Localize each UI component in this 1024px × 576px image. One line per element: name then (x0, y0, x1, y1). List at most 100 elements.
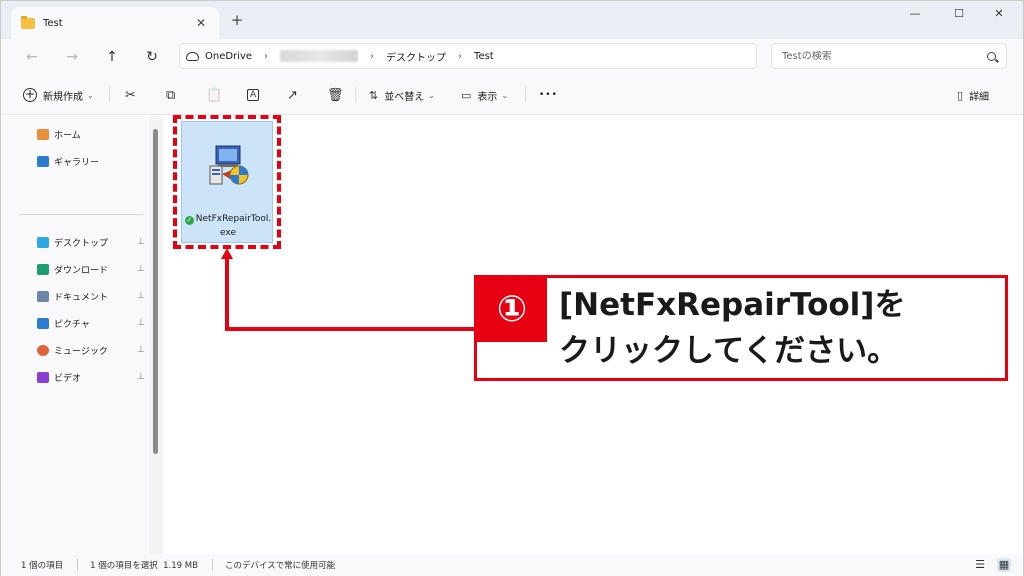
large-icons-view-icon[interactable]: ▦ (997, 558, 1011, 572)
command-bar: + 新規作成 ⌄ ✂ ⧉ 📋 A ↗ 🗑 ⇅ 並べ替え ⌄ ▭ 表示 ⌄ •••… (1, 75, 1023, 115)
breadcrumb-separator-icon[interactable]: › (264, 51, 268, 62)
folder-icon (21, 15, 35, 29)
document-icon (37, 290, 49, 302)
refresh-button[interactable]: ↻ (141, 47, 163, 67)
breadcrumb-separator-icon[interactable]: › (458, 51, 462, 62)
details-view-icon[interactable]: ☰ (973, 558, 987, 572)
sort-label: 並べ替え (384, 91, 425, 103)
download-icon (37, 263, 49, 275)
tab-test[interactable]: Test ✕ (11, 7, 219, 39)
pin-icon[interactable]: ⊥ (137, 318, 145, 328)
tab-title: Test (43, 17, 63, 29)
status-bar: 1 個の項目 1 個の項目を選択 1.19 MB このデバイスで常に使用可能 ☰… (1, 554, 1023, 576)
status-divider (211, 559, 213, 571)
sort-arrows-icon: ⇅ (369, 88, 379, 102)
details-pane-icon: ▯ (957, 88, 964, 102)
up-button[interactable]: ↑ (101, 47, 123, 67)
pin-icon[interactable]: ⊥ (137, 237, 145, 247)
navigation-bar: ← → ↑ ↻ OneDrive › › デスクトップ › Test (1, 39, 1023, 75)
maximize-button[interactable]: ☐ (939, 5, 979, 23)
breadcrumb-separator-icon[interactable]: › (370, 51, 374, 62)
installer-icon (209, 145, 249, 185)
copy-icon: ⧉ (166, 87, 176, 103)
cut-button[interactable]: ✂ (125, 85, 136, 105)
sidebar-item-label: ビデオ (54, 373, 82, 384)
monitor-icon: ▭ (461, 88, 472, 102)
instruction-line1: [NetFxRepairTool]を (559, 287, 906, 323)
address-bar[interactable]: OneDrive › › デスクトップ › Test (179, 43, 757, 69)
availability-status: このデバイスで常に使用可能 (224, 561, 336, 571)
pin-icon[interactable]: ⊥ (137, 291, 145, 301)
details-pane-button[interactable]: ▯ 詳細 (957, 85, 989, 105)
search-icon[interactable] (987, 51, 996, 61)
more-options-button[interactable]: ••• (539, 85, 558, 105)
new-label: 新規作成 (43, 91, 83, 103)
toolbar-divider (109, 87, 110, 103)
sync-status-check-icon: ✓ (184, 216, 194, 225)
sidebar-item-home[interactable]: ホーム (37, 126, 149, 142)
back-button[interactable]: ← (21, 47, 43, 67)
sidebar-item-label: デスクトップ (54, 238, 109, 249)
sidebar-item-label: ダウンロード (54, 265, 109, 276)
sidebar-item-videos[interactable]: ビデオ ⊥ (37, 369, 149, 385)
rename-button[interactable]: A (247, 85, 260, 105)
plus-circle-icon: + (23, 87, 37, 102)
close-button[interactable]: ✕ (979, 5, 1019, 23)
file-item-netfxrepairtool[interactable]: ✓ NetFxRepairTool. exe (181, 121, 273, 243)
new-button[interactable]: + 新規作成 ⌄ (23, 85, 94, 105)
breadcrumb-redacted[interactable] (280, 50, 359, 62)
home-icon (37, 128, 49, 140)
sidebar-scrollbar-thumb[interactable] (153, 129, 158, 454)
breadcrumb-test[interactable]: Test (474, 51, 494, 62)
sidebar-divider (19, 214, 143, 215)
file-name-line2: exe (220, 228, 236, 238)
sidebar-item-gallery[interactable]: ギャラリー (37, 153, 149, 169)
share-icon: ↗ (287, 87, 298, 103)
toolbar-divider (525, 87, 526, 103)
pin-icon[interactable]: ⊥ (137, 372, 145, 382)
sidebar-item-label: ドキュメント (54, 292, 109, 303)
sidebar-item-pictures[interactable]: ピクチャ ⊥ (37, 315, 149, 331)
clipboard-icon: 📋 (206, 87, 223, 103)
item-count: 1 個の項目 (21, 561, 64, 571)
tab-close-icon[interactable]: ✕ (193, 16, 209, 30)
pictures-icon (37, 317, 49, 329)
search-box[interactable] (771, 43, 1007, 69)
sidebar-item-desktop[interactable]: デスクトップ ⊥ (37, 234, 149, 250)
sidebar-item-downloads[interactable]: ダウンロード ⊥ (37, 261, 149, 277)
share-button[interactable]: ↗ (287, 85, 298, 105)
copy-button[interactable]: ⧉ (166, 85, 175, 105)
sidebar-item-music[interactable]: ミュージック ⊥ (37, 342, 149, 358)
navigation-pane: ホーム ギャラリー デスクトップ ⊥ ダウンロード ⊥ ドキュメント ⊥ ピクチ… (1, 116, 151, 554)
trash-icon: 🗑 (327, 87, 344, 103)
pin-icon[interactable]: ⊥ (137, 345, 145, 355)
details-label: 詳細 (969, 91, 990, 103)
forward-button[interactable]: → (61, 47, 83, 67)
music-icon (37, 344, 49, 356)
search-input[interactable] (782, 50, 987, 62)
breadcrumb-onedrive[interactable]: OneDrive (205, 51, 252, 62)
scissors-icon: ✂ (125, 87, 136, 103)
view-button[interactable]: ▭ 表示 ⌄ (461, 85, 508, 105)
sidebar-item-label: ピクチャ (54, 319, 90, 330)
selected-count: 1 個の項目を選択 1.19 MB (90, 561, 198, 571)
instruction-text: [NetFxRepairTool]を クリックしてください。 (559, 282, 999, 374)
callout-arrow-head (221, 248, 233, 259)
paste-button[interactable]: 📋 (206, 85, 222, 105)
delete-button[interactable]: 🗑 (327, 85, 344, 105)
sort-button[interactable]: ⇅ 並べ替え ⌄ (369, 85, 435, 105)
new-tab-button[interactable]: + (227, 11, 247, 29)
chevron-down-icon: ⌄ (87, 90, 94, 100)
onedrive-cloud-icon (186, 51, 199, 61)
instruction-line2: クリックしてください。 (559, 333, 899, 369)
sidebar-item-documents[interactable]: ドキュメント ⊥ (37, 288, 149, 304)
sidebar-item-label: ギャラリー (54, 157, 100, 168)
minimize-button[interactable]: — (895, 5, 935, 23)
gallery-icon (37, 155, 49, 167)
callout-arrow-horizontal (225, 327, 476, 331)
file-explorer-window: Test ✕ + — ☐ ✕ ← → ↑ ↻ OneDrive › › デスクト… (0, 0, 1024, 576)
step-number-badge: ① (477, 278, 547, 342)
breadcrumb-desktop[interactable]: デスクトップ (386, 49, 446, 64)
pin-icon[interactable]: ⊥ (137, 264, 145, 274)
title-bar: Test ✕ + — ☐ ✕ (1, 1, 1023, 39)
